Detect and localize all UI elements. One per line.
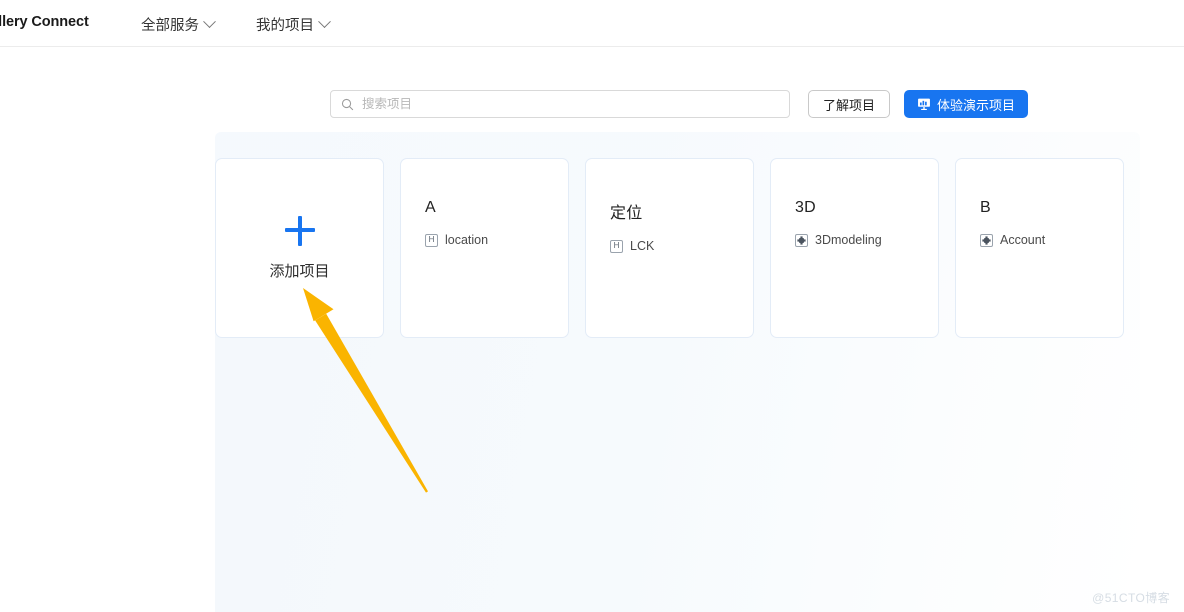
project-card[interactable]: B Account — [955, 158, 1124, 338]
nav-item-all-services[interactable]: 全部服务 — [141, 14, 216, 35]
background-panel-lower — [215, 330, 1140, 612]
project-card-title: 定位 — [610, 205, 643, 222]
project-card-title: 3D — [795, 199, 816, 216]
demo-project-button-label: 体验演示项目 — [937, 97, 1016, 113]
project-card[interactable]: A H location — [400, 158, 569, 338]
project-card[interactable]: 3D 3Dmodeling — [770, 158, 939, 338]
project-card-title: B — [980, 199, 991, 216]
add-project-card[interactable]: 添加项目 — [215, 158, 384, 338]
project-card[interactable]: 定位 H LCK — [585, 158, 754, 338]
search-icon — [341, 98, 354, 110]
project-card-subtitle: location — [445, 233, 489, 247]
project-card-subtitle-row: H LCK — [610, 239, 753, 253]
h-badge-icon: H — [610, 239, 623, 253]
project-card-subtitle-row: Account — [980, 233, 1123, 247]
plus-icon — [284, 215, 315, 246]
project-card-subtitle: LCK — [630, 239, 655, 253]
watermark-text: @51CTO博客 — [1092, 591, 1170, 605]
project-card-title: A — [425, 199, 436, 216]
dot-badge-icon — [795, 233, 808, 247]
project-card-subtitle-row: H location — [425, 233, 568, 247]
page-root: Gallery Connect 全部服务 我的项目 了解项目 — [0, 0, 1184, 612]
toolbar: 了解项目 体验演示项目 — [330, 90, 1029, 118]
dot-badge-icon — [980, 233, 993, 247]
project-card-subtitle: 3Dmodeling — [815, 233, 882, 247]
top-navigation-bar: Gallery Connect 全部服务 我的项目 — [0, 0, 1184, 47]
nav-item-all-services-label: 全部服务 — [141, 18, 199, 34]
demo-project-button[interactable]: 体验演示项目 — [904, 90, 1029, 118]
project-card-grid: 添加项目 A H location 定位 H LCK 3D 3Dmodeling — [215, 158, 1124, 338]
project-card-subtitle-row: 3Dmodeling — [795, 233, 938, 247]
chevron-down-icon — [318, 15, 331, 29]
project-card-subtitle: Account — [1000, 233, 1046, 247]
search-input[interactable] — [362, 97, 779, 111]
search-field-wrapper[interactable] — [330, 90, 790, 118]
presentation-monitor-icon — [918, 98, 930, 110]
chevron-down-icon — [203, 15, 216, 29]
add-project-label: 添加项目 — [269, 262, 330, 280]
brand-logo-text[interactable]: Gallery Connect — [0, 14, 89, 30]
h-badge-icon: H — [425, 233, 438, 247]
learn-project-button[interactable]: 了解项目 — [808, 90, 891, 118]
nav-item-my-projects-label: 我的项目 — [256, 18, 314, 34]
nav-item-my-projects[interactable]: 我的项目 — [256, 14, 331, 35]
